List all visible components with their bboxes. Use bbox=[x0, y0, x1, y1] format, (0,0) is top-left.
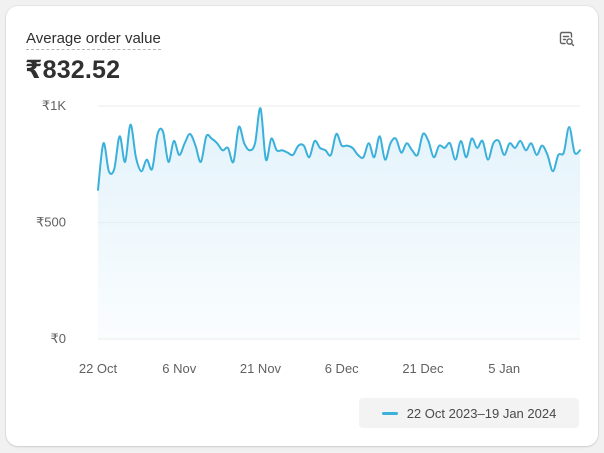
x-tick-label: 5 Jan bbox=[488, 361, 520, 376]
y-tick-label: ₹500 bbox=[36, 215, 66, 230]
x-tick-label: 22 Oct bbox=[79, 361, 118, 376]
x-tick-label: 6 Nov bbox=[162, 361, 196, 376]
x-tick-label: 21 Dec bbox=[402, 361, 444, 376]
legend-swatch bbox=[381, 411, 398, 415]
x-tick-label: 6 Dec bbox=[325, 361, 359, 376]
legend-label: 22 Oct 2023–19 Jan 2024 bbox=[406, 405, 557, 421]
y-tick-label: ₹1K bbox=[42, 98, 67, 113]
chart-card: Average order value ₹832.52 ₹0 ₹500 ₹1K 22 … bbox=[6, 6, 598, 446]
legend[interactable]: 22 Oct 2023–19 Jan 2024 bbox=[359, 398, 579, 428]
x-tick-label: 21 Nov bbox=[240, 361, 282, 376]
line-chart: ₹0 ₹500 ₹1K 22 Oct 6 Nov 21 Nov 6 Dec 21 Dec 5 J… bbox=[36, 98, 581, 376]
y-tick-label: ₹0 bbox=[50, 331, 66, 346]
